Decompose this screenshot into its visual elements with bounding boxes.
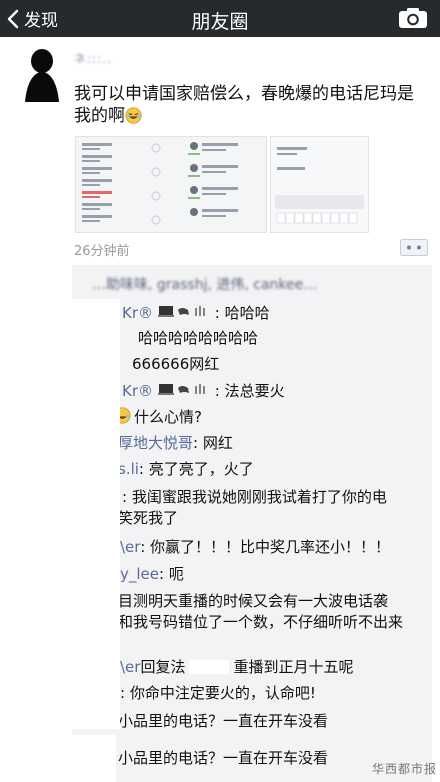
comment-text: 哈哈哈哈哈哈哈哈 (138, 329, 259, 347)
post-image-keyboard[interactable] (270, 136, 369, 233)
comment-item[interactable]: 666666网红 (132, 354, 219, 374)
device-emoji-icon (157, 306, 205, 317)
comment-more-icon[interactable] (400, 239, 428, 256)
comment-text: 小品里的电话？一直在开车没看 (118, 749, 329, 767)
comment-item[interactable]: Kr® : 哈哈哈 (122, 303, 270, 323)
comment-text-tail: 重播到正月十五呢 (233, 658, 354, 676)
post-timestamp: 26分钟前 (74, 244, 130, 259)
comment-item[interactable]: \er回复法 重播到正月十五呢 (120, 657, 353, 677)
comment-item[interactable]: 哈哈哈哈哈哈哈哈 (138, 328, 258, 348)
comment-item[interactable]: 目测明天重播的时候又会有一大波电话袭 (118, 591, 388, 611)
comment-item[interactable]: \er: 你赢了！！！比中奖几率还小！！！ (120, 537, 390, 557)
comment-text: : 我闺蜜跟我说她刚刚我试着打了你的电 (122, 488, 387, 506)
comment-text: : 呃 (159, 565, 184, 583)
comment-text: 目测明天重播的时候又会有一大波电话袭 (118, 592, 389, 610)
comment-item-continued: 笑死我了 (118, 508, 178, 528)
post-username[interactable]: ネ:::.. (74, 50, 112, 67)
comment-text: 和我号码错位了一个数，不仔细听听不出来 (118, 613, 404, 631)
laughing-emoji-icon (125, 107, 142, 124)
avatar[interactable] (19, 44, 65, 102)
comment-item[interactable]: 厚地大悦哥: 网红 (118, 433, 233, 453)
comment-author[interactable]: Kr® (122, 304, 153, 322)
comment-text: : 亮了亮了，火了 (138, 460, 254, 478)
comment-text: : 你赢了！！！比中奖几率还小！！！ (140, 538, 391, 556)
comment-author[interactable]: 厚地大悦哥 (118, 434, 193, 452)
call-log-thumbnail (76, 137, 266, 232)
comment-item-continued: 和我号码错位了一个数，不仔细听听不出来 (118, 612, 403, 632)
page-title: 朋友圈 (191, 11, 249, 33)
comment-author[interactable]: \er (120, 538, 140, 556)
keyboard-thumbnail (271, 137, 368, 232)
comment-item[interactable]: y_lee: 呃 (120, 564, 184, 584)
comment-author[interactable]: Kr® (122, 382, 153, 400)
comment-text: : 你命中注定要火的，认命吧! (120, 684, 316, 702)
comment-text: : 网红 (193, 434, 233, 452)
comment-item[interactable]: : 你命中注定要火的，认命吧! (120, 683, 316, 703)
comment-author[interactable]: s.li (118, 460, 139, 478)
post-text: 我可以申请国家赔偿么，春晚爆的电话尼玛是我的啊 (74, 83, 429, 127)
device-emoji-icon (157, 384, 205, 395)
navbar: 发现 朋友圈 (0, 0, 440, 37)
redaction (72, 299, 120, 729)
comment-author[interactable]: \er (120, 658, 140, 676)
watermark: 华西都市报 (372, 762, 438, 776)
comment-text: 666666网红 (132, 355, 220, 373)
redaction (189, 660, 230, 674)
comment-text: : 法总要火 (214, 382, 285, 400)
comment-author[interactable]: y_lee (120, 565, 159, 583)
post-image-call-log[interactable] (75, 136, 267, 233)
redaction (72, 735, 116, 782)
comments-section: …助味味, grasshj, 进伟, cankee… Kr® : 哈哈哈 哈哈哈… (72, 265, 432, 782)
comment-item[interactable]: 什么心情? (114, 407, 202, 427)
comment-text: 笑死我了 (118, 509, 179, 527)
comment-item[interactable]: 小品里的电话？一直在开车没看 (118, 711, 328, 731)
comment-item[interactable]: Kr® : 法总要火 (122, 381, 285, 401)
comment-text: 回复法 (140, 658, 186, 676)
comment-text: 什么心情? (134, 408, 202, 426)
camera-icon[interactable] (398, 7, 428, 29)
comment-item[interactable]: s.li: 亮了亮了，火了 (118, 459, 254, 479)
comment-item[interactable]: : 我闺蜜跟我说她刚刚我试着打了你的电 (122, 487, 387, 507)
likes-list: …助味味, grasshj, 进伟, cankee… (92, 277, 318, 293)
comment-text: : 哈哈哈 (214, 304, 270, 322)
comment-text: 小品里的电话？一直在开车没看 (118, 712, 329, 730)
comment-item[interactable]: 小品里的电话？一直在开车没看 (118, 748, 328, 768)
